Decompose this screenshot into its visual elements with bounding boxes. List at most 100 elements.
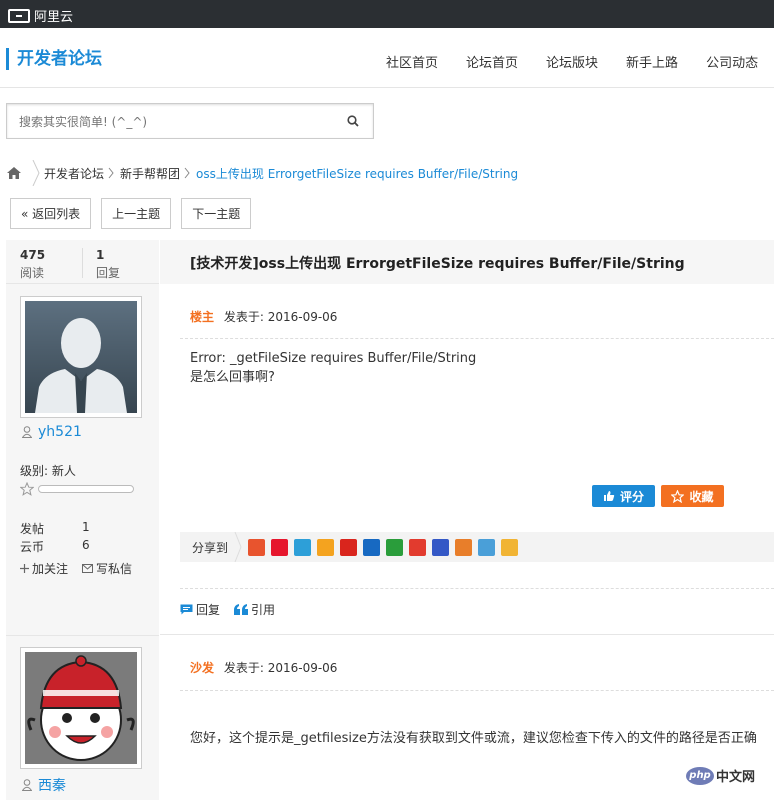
share-qzone-icon[interactable] xyxy=(317,538,335,556)
share-bar: 分享到 xyxy=(180,532,774,562)
share-bookmark-icon[interactable] xyxy=(501,538,519,556)
favorite-button[interactable]: 收藏 xyxy=(661,485,724,507)
quote-button[interactable]: 引用 xyxy=(234,601,275,618)
share-163-icon[interactable] xyxy=(455,538,473,556)
sidebar-divider xyxy=(6,635,159,636)
breadcrumb-help-team[interactable]: 新手帮帮团 xyxy=(120,165,180,182)
breadcrumb-separator-icon xyxy=(108,167,114,179)
share-weibo-icon[interactable] xyxy=(271,538,289,556)
views-label: 阅读 xyxy=(20,266,45,280)
php-cn-text: 中文网 xyxy=(716,770,756,785)
search-icon[interactable] xyxy=(347,115,359,127)
search-input[interactable] xyxy=(19,112,339,132)
avatar[interactable] xyxy=(20,647,142,769)
replies-stat: 1 回复 xyxy=(96,248,120,281)
share-baidu-icon[interactable] xyxy=(432,538,450,556)
avatar[interactable] xyxy=(20,296,142,418)
search-box xyxy=(6,103,374,139)
post-divider xyxy=(180,690,774,691)
follow-label: 加关注 xyxy=(32,562,69,576)
replies-count: 1 xyxy=(96,248,105,262)
back-to-list-button[interactable]: « 返回列表 xyxy=(10,198,92,229)
reply-button[interactable]: 回复 xyxy=(180,601,220,618)
post-content: Error: _getFileSize requires Buffer/File… xyxy=(190,349,476,387)
breadcrumb-forum[interactable]: 开发者论坛 xyxy=(44,165,104,182)
post-content-line: 是怎么回事啊? xyxy=(190,370,275,385)
message-label: 写私信 xyxy=(96,562,133,576)
user-icon xyxy=(22,426,32,438)
post-actions: 回复 引用 xyxy=(180,601,275,618)
favorite-label: 收藏 xyxy=(689,489,714,504)
aliyun-logo-icon xyxy=(8,8,30,23)
share-icons xyxy=(248,538,519,556)
php-logo: php xyxy=(686,766,714,785)
star-icon xyxy=(20,482,34,496)
quote-label: 引用 xyxy=(251,603,276,617)
posts-value: 1 xyxy=(82,520,90,534)
share-kaixin-icon[interactable] xyxy=(340,538,358,556)
top-bar: 阿里云 xyxy=(0,0,774,28)
comment-icon xyxy=(180,604,193,615)
breadcrumb-current[interactable]: oss上传出现 ErrorgetFileSize requires Buffer… xyxy=(196,165,518,182)
breadcrumb-separator-icon xyxy=(184,167,190,179)
reply-author-name[interactable]: 西秦 xyxy=(22,775,66,795)
follow-button[interactable]: 加关注 xyxy=(20,560,68,577)
share-sohu-icon[interactable] xyxy=(409,538,427,556)
author-posts: 发帖 1 xyxy=(20,520,90,537)
star-outline-icon xyxy=(671,489,685,503)
coins-label: 云币 xyxy=(20,540,45,554)
nav-newcomer[interactable]: 新手上路 xyxy=(626,52,678,71)
thread-title: [技术开发]oss上传出现 ErrorgetFileSize requires … xyxy=(190,256,685,272)
next-topic-button[interactable]: 下一主题 xyxy=(181,198,252,229)
rate-button[interactable]: 评分 xyxy=(592,485,655,507)
nav-company-news[interactable]: 公司动态 xyxy=(706,52,758,71)
views-stat: 475 阅读 xyxy=(20,248,45,281)
share-renren-icon[interactable] xyxy=(363,538,381,556)
share-tencent-weibo-icon[interactable] xyxy=(294,538,312,556)
reply-post-content: 您好，这个提示是_getfilesize方法没有获取到文件或流，建议您检查下传入… xyxy=(190,731,757,746)
post-divider xyxy=(180,588,774,589)
reply-label: 回复 xyxy=(196,603,221,617)
post-role-badge: 楼主 xyxy=(190,310,215,324)
prev-topic-button[interactable]: 上一主题 xyxy=(101,198,172,229)
post-meta: 楼主 发表于: 2016-09-06 xyxy=(190,308,337,325)
posts-label: 发帖 xyxy=(20,522,45,536)
share-taobao-icon[interactable] xyxy=(248,538,266,556)
stats-divider xyxy=(82,248,83,278)
message-button[interactable]: 写私信 xyxy=(82,560,132,577)
share-print-icon[interactable] xyxy=(478,538,496,556)
post-date: 发表于: 2016-09-06 xyxy=(223,310,338,324)
author-coins: 云币 6 xyxy=(20,538,90,555)
nav-forum-sections[interactable]: 论坛版块 xyxy=(546,52,598,71)
author-name[interactable]: yh521 xyxy=(22,424,82,440)
views-count: 475 xyxy=(20,248,46,262)
replies-label: 回复 xyxy=(96,266,121,280)
breadcrumb-separator-icon xyxy=(32,160,40,186)
thread-nav-buttons: « 返回列表 上一主题 下一主题 xyxy=(10,198,252,229)
reply-post-meta: 沙发 发表于: 2016-09-06 xyxy=(190,659,337,676)
quote-icon xyxy=(234,604,249,615)
php-cn-watermark: php 中文网 xyxy=(686,766,755,785)
share-separator-icon xyxy=(234,532,242,562)
thread-title-bar: [技术开发]oss上传出现 ErrorgetFileSize requires … xyxy=(160,240,774,284)
home-icon[interactable] xyxy=(0,160,28,186)
post-content-line: Error: _getFileSize requires Buffer/File… xyxy=(190,351,477,366)
rate-label: 评分 xyxy=(619,489,644,504)
logo-text: 阿里云 xyxy=(34,10,74,25)
reply-author-name-text: 西秦 xyxy=(38,778,66,794)
nav-forum-home[interactable]: 论坛首页 xyxy=(466,52,518,71)
post-separator xyxy=(160,634,774,635)
aliyun-logo[interactable]: 阿里云 xyxy=(8,6,73,25)
thumbs-up-icon xyxy=(603,491,615,501)
author-sidebar: 475 阅读 1 回复 yh521 级别: 新人 发帖 1 云币 6 加关注 写… xyxy=(6,240,159,800)
envelope-icon xyxy=(82,564,94,573)
level-progress xyxy=(20,482,134,496)
nav-community-home[interactable]: 社区首页 xyxy=(386,52,438,71)
post-divider xyxy=(180,338,774,339)
forum-brand[interactable]: 开发者论坛 xyxy=(6,48,102,70)
share-douban-icon[interactable] xyxy=(386,538,404,556)
reply-post-date: 发表于: 2016-09-06 xyxy=(223,661,338,675)
share-label: 分享到 xyxy=(192,540,229,555)
coins-value: 6 xyxy=(82,538,90,552)
plus-icon xyxy=(20,564,29,573)
